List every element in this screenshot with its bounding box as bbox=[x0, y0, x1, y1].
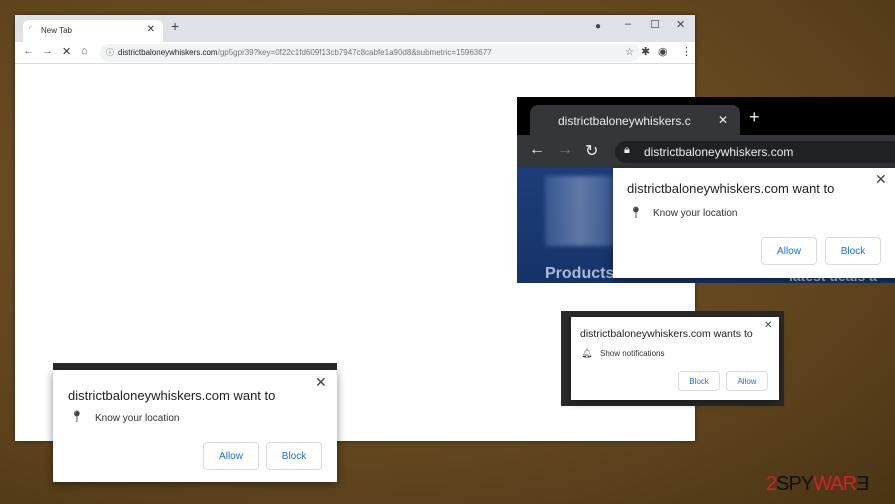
url-path: /gp5gpr39?key=0f22c1fd609f13cb7947c8cabf… bbox=[217, 48, 492, 57]
loading-icon: ◜ bbox=[29, 24, 33, 33]
bell-icon: 🔔︎ bbox=[581, 348, 593, 358]
close-icon[interactable]: ✕ bbox=[315, 374, 327, 391]
close-window-button[interactable]: ✕ bbox=[676, 18, 685, 31]
location-pin-icon: 📍︎ bbox=[70, 411, 84, 423]
allow-button[interactable]: Allow bbox=[761, 237, 817, 265]
toolbar: ← → ✕ ⌂ ⓘ districtbaloneywhiskers.com/gp… bbox=[15, 42, 695, 64]
profile-badge-icon[interactable]: ● bbox=[595, 21, 601, 32]
close-tab-icon[interactable]: ✕ bbox=[147, 24, 155, 35]
home-icon[interactable]: ⌂ bbox=[81, 45, 88, 57]
block-button[interactable]: Block bbox=[678, 371, 720, 391]
minimize-button[interactable]: – bbox=[625, 18, 631, 30]
address-bar[interactable]: 🔒︎ districtbaloneywhiskers.com bbox=[615, 141, 895, 163]
reload-icon[interactable]: ↻ bbox=[585, 141, 598, 161]
popup-title: districtbaloneywhiskers.com want to bbox=[68, 388, 276, 403]
notification-permission-popup: districtbaloneywhiskers.com wants to ✕ 🔔… bbox=[571, 317, 779, 400]
forward-icon[interactable]: → bbox=[557, 141, 573, 159]
permission-item: Know your location bbox=[653, 208, 738, 219]
location-permission-popup: districtbaloneywhiskers.com want to ✕ 📍︎… bbox=[53, 370, 337, 482]
popup-title: districtbaloneywhiskers.com want to bbox=[627, 181, 835, 196]
close-icon[interactable]: ✕ bbox=[764, 320, 772, 331]
maximize-button[interactable]: ☐ bbox=[650, 18, 660, 31]
block-button[interactable]: Block bbox=[825, 237, 881, 265]
new-tab-button[interactable]: + bbox=[171, 18, 179, 34]
dark-tab-title: districtbaloneywhiskers.c bbox=[558, 114, 691, 128]
bookmark-star-icon[interactable]: ☆ bbox=[625, 47, 634, 58]
dark-toolbar: ← → ↻ 🔒︎ districtbaloneywhiskers.com bbox=[517, 135, 895, 168]
location-pin-icon: 📍︎ bbox=[629, 207, 643, 219]
extensions-icon[interactable]: ✱ bbox=[641, 45, 650, 58]
back-icon[interactable]: ← bbox=[529, 141, 545, 159]
account-icon[interactable]: ◉ bbox=[658, 45, 668, 58]
tab-strip: ◜ New Tab ✕ + ● – ☐ ✕ bbox=[15, 15, 695, 42]
close-icon[interactable]: ✕ bbox=[875, 171, 887, 188]
dark-tab[interactable]: districtbaloneywhiskers.c ✕ bbox=[530, 105, 740, 135]
site-logo bbox=[545, 176, 615, 246]
back-icon[interactable]: ← bbox=[23, 45, 34, 57]
allow-button[interactable]: Allow bbox=[203, 442, 259, 470]
tab-title: New Tab bbox=[41, 26, 72, 35]
allow-button[interactable]: Allow bbox=[726, 371, 768, 391]
nav-products[interactable]: Products bbox=[545, 265, 614, 283]
new-tab-button[interactable]: + bbox=[749, 107, 760, 128]
lock-icon: 🔒︎ bbox=[624, 144, 630, 156]
info-icon: ⓘ bbox=[106, 48, 114, 57]
url: districtbaloneywhiskers.com bbox=[644, 145, 794, 159]
permission-item: Show notifications bbox=[600, 349, 665, 358]
forward-icon[interactable]: → bbox=[42, 45, 53, 57]
location-popup-frame: districtbaloneywhiskers.com want to ✕ 📍︎… bbox=[53, 363, 337, 482]
tab-new-tab[interactable]: ◜ New Tab ✕ bbox=[23, 20, 163, 42]
watermark-logo: 2SPYWARƎ bbox=[766, 473, 869, 495]
address-bar[interactable]: ⓘ districtbaloneywhiskers.com/gp5gpr39?k… bbox=[100, 44, 640, 62]
stop-icon[interactable]: ✕ bbox=[62, 45, 71, 58]
close-tab-icon[interactable]: ✕ bbox=[718, 113, 728, 127]
block-button[interactable]: Block bbox=[266, 442, 322, 470]
notification-popup-frame: districtbaloneywhiskers.com wants to ✕ 🔔… bbox=[561, 311, 784, 406]
menu-icon[interactable]: ⋮ bbox=[681, 45, 692, 58]
url-domain: districtbaloneywhiskers.com bbox=[118, 48, 218, 57]
location-permission-popup: districtbaloneywhiskers.com want to ✕ 📍︎… bbox=[613, 168, 895, 278]
popup-title: districtbaloneywhiskers.com wants to bbox=[580, 328, 753, 340]
permission-item: Know your location bbox=[95, 413, 180, 424]
dark-browser-screenshot: districtbaloneywhiskers.c ✕ + ← → ↻ 🔒︎ d… bbox=[517, 97, 895, 283]
